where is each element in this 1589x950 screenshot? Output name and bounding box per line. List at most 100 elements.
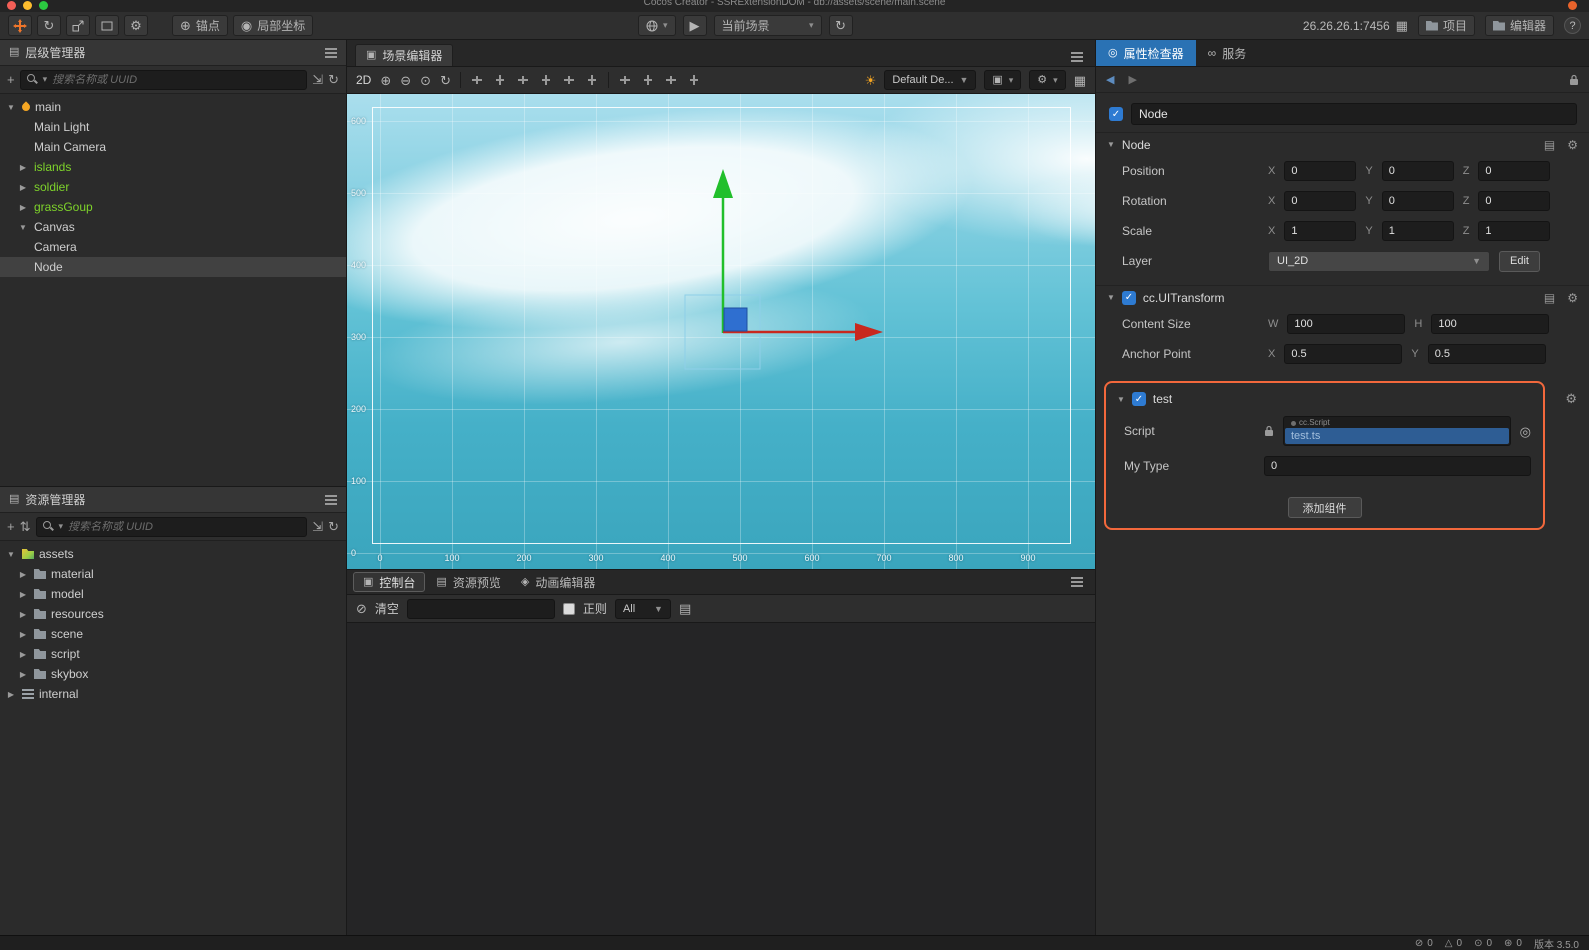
hierarchy-item-node[interactable]: Node <box>0 257 346 277</box>
console-panel-menu-icon[interactable] <box>1071 581 1083 583</box>
component-docs-icon[interactable]: ▤ <box>1544 291 1555 305</box>
test-component-settings-icon[interactable]: ⚙ <box>1565 391 1577 407</box>
assets-item-assets[interactable]: ▼ assets <box>0 544 346 564</box>
help-button[interactable]: ? <box>1564 17 1581 34</box>
scene-viewport[interactable]: 0 100 200 300 400 500 600 700 800 900 60… <box>347 94 1095 569</box>
hierarchy-item-main-light[interactable]: Main Light <box>0 117 346 137</box>
search-icon[interactable] <box>26 74 38 85</box>
expand-arrow-icon[interactable]: ▶ <box>17 670 29 679</box>
scene-select-dropdown[interactable]: 当前场景 ▾ <box>713 15 822 36</box>
scale-y-input[interactable] <box>1381 221 1454 241</box>
console-filter-input[interactable] <box>406 598 555 619</box>
clear-console-icon[interactable]: ⊘ <box>356 602 367 615</box>
collapse-all-button[interactable]: ⇲ <box>312 73 323 86</box>
expand-arrow-icon[interactable]: ▶ <box>17 650 29 659</box>
gizmo-y-axis-arrowhead[interactable] <box>713 169 733 198</box>
zoom-out-button[interactable]: ⊖ <box>400 74 411 87</box>
reload-scene-button[interactable]: ↻ <box>828 15 853 36</box>
clear-console-button[interactable]: 清空 <box>375 600 399 617</box>
2d-mode-toggle[interactable]: 2D <box>356 73 371 87</box>
scale-z-input[interactable] <box>1478 221 1551 241</box>
hierarchy-item-islands[interactable]: ▶ islands <box>0 157 346 177</box>
tab-animation-editor[interactable]: ◈ 动画编辑器 <box>512 572 604 592</box>
assets-item-model[interactable]: ▶ model <box>0 584 346 604</box>
expand-arrow-icon[interactable]: ▶ <box>17 203 29 212</box>
anchor-x-input[interactable] <box>1284 344 1403 364</box>
component-settings-icon[interactable]: ⚙ <box>1567 138 1578 152</box>
stretch-h-button[interactable] <box>664 73 678 87</box>
open-editor-folder-button[interactable]: 编辑器 <box>1484 15 1554 36</box>
hierarchy-item-camera[interactable]: Camera <box>0 237 346 257</box>
expand-arrow-icon[interactable]: ▶ <box>17 183 29 192</box>
distribute-h-button[interactable] <box>618 73 632 87</box>
regex-checkbox[interactable] <box>562 602 575 615</box>
camera-preset-dropdown[interactable]: Default De... ▼ <box>884 70 977 90</box>
stretch-v-button[interactable] <box>687 73 701 87</box>
assets-search-input[interactable] <box>68 520 301 533</box>
edit-layer-button[interactable]: Edit <box>1499 250 1540 272</box>
position-y-input[interactable] <box>1381 161 1454 181</box>
align-top-button[interactable] <box>493 73 507 87</box>
sort-assets-button[interactable]: ⇅ <box>20 520 31 533</box>
tab-service[interactable]: ∞ 服务 <box>1196 40 1259 66</box>
my-type-input[interactable] <box>1264 456 1531 476</box>
open-project-folder-button[interactable]: 项目 <box>1417 15 1475 36</box>
position-x-input[interactable] <box>1284 161 1357 181</box>
hierarchy-refresh-button[interactable]: ↻ <box>328 73 339 86</box>
align-center-h-button[interactable] <box>562 73 576 87</box>
hierarchy-item-soldier[interactable]: ▶ soldier <box>0 177 346 197</box>
task-counter[interactable]: ⊛ 0 <box>1504 938 1522 949</box>
play-button[interactable]: ▶ <box>682 15 707 36</box>
history-back-button[interactable]: ◀ <box>1106 73 1114 86</box>
hierarchy-search-input[interactable] <box>52 73 301 86</box>
grid-toggle[interactable]: ▦ <box>1074 74 1086 87</box>
collapse-arrow-icon[interactable]: ▼ <box>1107 140 1115 149</box>
expand-arrow-icon[interactable]: ▶ <box>17 610 29 619</box>
search-filter-caret-icon[interactable]: ▾ <box>43 74 48 85</box>
create-node-button[interactable]: + <box>7 73 15 86</box>
scene-panel-menu-icon[interactable] <box>1071 56 1083 58</box>
assets-menu-icon[interactable] <box>325 498 337 501</box>
distribute-v-button[interactable] <box>641 73 655 87</box>
selected-node-handle[interactable] <box>723 307 748 332</box>
align-center-v-button[interactable] <box>585 73 599 87</box>
console-output[interactable] <box>347 623 1095 935</box>
open-log-file-icon[interactable]: ▤ <box>679 602 691 615</box>
hierarchy-item-main[interactable]: ▼ main <box>0 97 346 117</box>
preview-platform-button[interactable]: ▾ <box>638 15 676 36</box>
collapse-arrow-icon[interactable]: ▼ <box>1117 395 1125 404</box>
rotation-y-input[interactable] <box>1381 191 1454 211</box>
expand-arrow-icon[interactable]: ▼ <box>5 550 17 559</box>
tab-scene-editor[interactable]: ▣ 场景编辑器 <box>355 44 454 66</box>
expand-arrow-icon[interactable]: ▼ <box>5 103 17 112</box>
expand-arrow-icon[interactable]: ▶ <box>17 590 29 599</box>
uitransform-header[interactable]: ▼ ✓ cc.UITransform ▤ ⚙ <box>1096 285 1589 309</box>
anchor-y-input[interactable] <box>1427 344 1546 364</box>
hierarchy-item-main-camera[interactable]: Main Camera <box>0 137 346 157</box>
transform-settings-button[interactable]: ⚙ <box>124 15 148 36</box>
tab-inspector[interactable]: ◎ 属性检查器 <box>1096 40 1196 66</box>
hierarchy-item-canvas[interactable]: ▼ Canvas <box>0 217 346 237</box>
expand-arrow-icon[interactable]: ▶ <box>17 163 29 172</box>
search-icon[interactable] <box>42 521 54 532</box>
content-width-input[interactable] <box>1287 314 1406 334</box>
move-tool-button[interactable] <box>8 15 32 36</box>
scene-settings-dropdown[interactable]: ⚙ ▾ <box>1029 70 1066 90</box>
script-asset-field[interactable]: cc.Script test.ts <box>1283 416 1511 446</box>
search-filter-caret-icon[interactable]: ▾ <box>59 521 64 532</box>
zoom-reset-button[interactable]: ⊙ <box>420 74 431 87</box>
assets-item-scene[interactable]: ▶ scene <box>0 624 346 644</box>
position-z-input[interactable] <box>1478 161 1551 181</box>
warning-counter[interactable]: △ 0 <box>1445 938 1462 949</box>
local-coords-toggle-button[interactable]: ◉ 局部坐标 <box>232 15 314 36</box>
hierarchy-menu-icon[interactable] <box>325 51 337 54</box>
scale-x-input[interactable] <box>1284 221 1357 241</box>
expand-arrow-icon[interactable]: ▶ <box>5 690 17 699</box>
info-counter[interactable]: ⊙ 0 <box>1474 938 1492 949</box>
align-left-button[interactable] <box>470 73 484 87</box>
hierarchy-item-grassgoup[interactable]: ▶ grassGoup <box>0 197 346 217</box>
align-bottom-button[interactable] <box>539 73 553 87</box>
component-docs-icon[interactable]: ▤ <box>1544 138 1555 152</box>
assets-refresh-button[interactable]: ↻ <box>328 520 339 533</box>
layer-dropdown[interactable]: UI_2D ▼ <box>1268 250 1490 272</box>
